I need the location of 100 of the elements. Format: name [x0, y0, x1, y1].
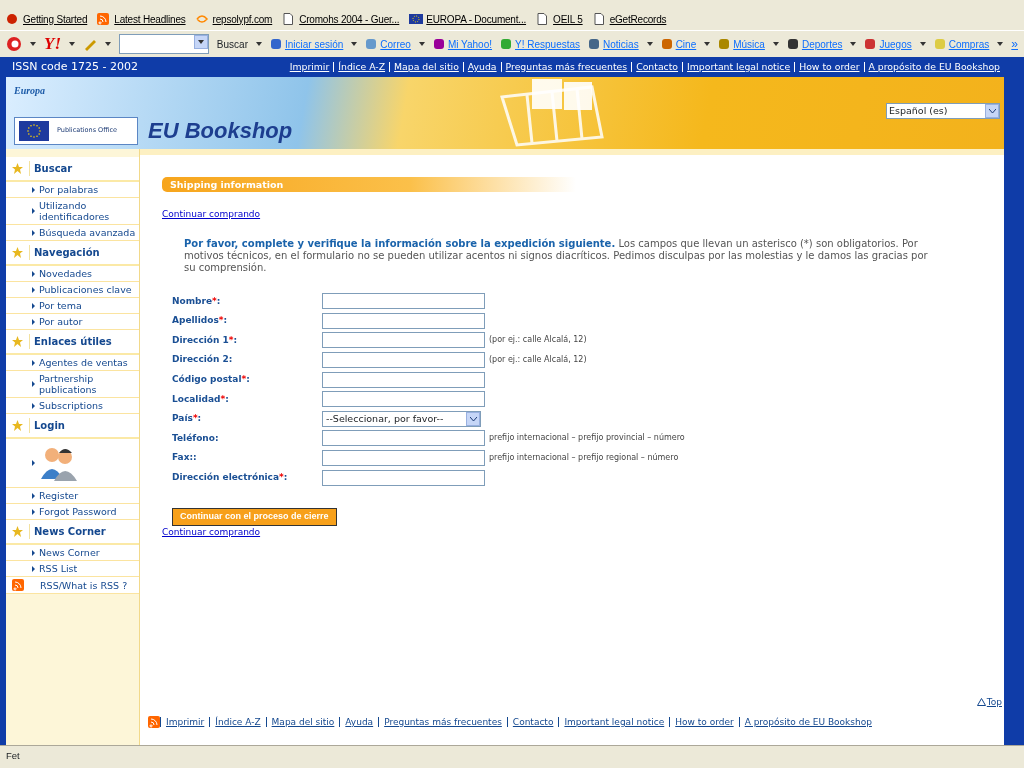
footer-link[interactable]: Índice A-Z: [209, 717, 266, 727]
more-button[interactable]: »: [1011, 35, 1018, 53]
footer-link[interactable]: Ayuda: [339, 717, 379, 727]
intro-text: Por favor, complete y verifique la información sobre la expedición siguiente. Los campos que llevan un asterisco (*) son obligatorios. Por motivos técnicos, en el formulario no se pueden utilizar acentos ni signos diacríticos. Pedimos disculpas por las molestias y le damos las gracias por su comprensión.: [184, 237, 929, 274]
search-button[interactable]: Buscar: [216, 36, 248, 52]
bookmark[interactable]: OEIL 5: [536, 11, 583, 27]
caret-icon: [646, 42, 653, 46]
continue-shopping-link[interactable]: Continuar comprando: [162, 525, 261, 540]
toolbar-item[interactable]: Noticias: [588, 36, 639, 52]
top-link[interactable]: Preguntas más frecuentes: [500, 62, 632, 72]
toolbar-item-icon: [660, 38, 673, 50]
top-link[interactable]: Imprimir: [285, 62, 334, 72]
toolbar-item[interactable]: Música: [718, 36, 765, 52]
caret-icon: [850, 42, 857, 46]
eu-flag-icon: [19, 120, 49, 141]
bullet-icon: [32, 492, 35, 499]
bullet-icon: [32, 318, 35, 325]
toolbar-item[interactable]: Compras: [933, 36, 990, 52]
top-link[interactable]: Índice A-Z: [333, 62, 390, 72]
section-heading: Navegación: [29, 245, 100, 260]
yahoo-logo[interactable]: Y!: [44, 31, 61, 57]
bullet-icon: [32, 286, 35, 293]
star-icon: [12, 420, 23, 431]
caret-icon: [30, 42, 36, 46]
input-field[interactable]: [322, 332, 485, 349]
footer-link[interactable]: Important legal notice: [558, 717, 670, 727]
toolbar-item[interactable]: Iniciar sesión: [269, 36, 344, 52]
toolbar-item-icon: [864, 38, 877, 50]
bookmark[interactable]: repsolypf.com: [195, 11, 273, 27]
input-field[interactable]: [322, 469, 485, 486]
continue-shopping-link[interactable]: Continuar comprando: [162, 208, 261, 222]
top-link[interactable]: Contacto: [631, 62, 683, 72]
bookmark[interactable]: Cromohs 2004 - Guer...: [282, 11, 400, 27]
toolbar-item[interactable]: Juegos: [864, 36, 912, 52]
caret-icon: [418, 42, 425, 46]
input-field[interactable]: [322, 371, 485, 388]
bullet-icon: [32, 508, 35, 515]
toolbar-item-icon: [718, 38, 731, 50]
top-link[interactable]: Mapa del sitio: [389, 62, 463, 72]
toolbar-item-icon: [269, 38, 282, 50]
bullet-icon: [32, 402, 35, 409]
bullet-icon: [32, 359, 35, 366]
top-link[interactable]: How to order: [794, 62, 864, 72]
bookmark[interactable]: EUROPA - Document...: [409, 11, 527, 27]
input-field[interactable]: [322, 312, 485, 329]
top-link[interactable]: Top: [976, 695, 1002, 709]
toolbar-item[interactable]: Correo: [365, 36, 411, 52]
bullet-icon: [32, 208, 35, 214]
eu-flag-icon: [409, 13, 424, 25]
language-select[interactable]: Español (es): [886, 103, 1000, 119]
site-title: EU Bookshop: [148, 117, 293, 145]
pencil-icon: [83, 37, 97, 51]
field-label: Fax::: [171, 451, 198, 465]
yahoo-button-icon: [6, 36, 22, 52]
field-hint: (por ej.: calle Alcalá, 12): [489, 335, 588, 346]
bullet-icon: [32, 565, 35, 572]
field-hint: prefijo internacional – prefijo regional – número: [489, 453, 680, 464]
input-field[interactable]: [322, 430, 485, 447]
caret-icon: [704, 42, 711, 46]
footer-link[interactable]: Imprimir: [160, 717, 210, 727]
bullet-icon: [32, 549, 35, 556]
top-link[interactable]: Important legal notice: [682, 62, 795, 72]
toolbar-item-icon: [588, 38, 601, 50]
footer-link[interactable]: How to order: [669, 717, 739, 727]
footer-link[interactable]: Mapa del sitio: [265, 717, 340, 727]
star-icon: [12, 247, 23, 258]
star-icon: [12, 163, 23, 174]
field-label: Apellidos*:: [171, 314, 229, 328]
toolbar-item[interactable]: Cine: [660, 36, 697, 52]
input-field[interactable]: [322, 391, 485, 408]
input-field[interactable]: [322, 352, 485, 369]
caret-icon: [69, 42, 75, 46]
bookmark[interactable]: Getting Started: [6, 11, 88, 27]
toolbar-item-icon: [933, 38, 946, 50]
field-label: Nombre*:: [171, 294, 222, 308]
toolbar-item-icon: [500, 38, 512, 50]
top-link[interactable]: Ayuda: [462, 62, 501, 72]
toolbar-item[interactable]: Deportes: [786, 36, 843, 52]
footer-link[interactable]: Contacto: [506, 717, 559, 727]
bookmark[interactable]: eGetRecords: [592, 11, 667, 27]
caret-icon: [105, 42, 111, 46]
footer-link[interactable]: A propósito de EU Bookshop: [738, 717, 877, 727]
caret-icon: [919, 42, 926, 46]
field-hint: prefijo internacional – prefijo provincial – número: [489, 433, 686, 444]
toolbar-item[interactable]: Mi Yahoo!: [432, 36, 492, 52]
bookmark[interactable]: Latest Headlines: [97, 11, 186, 27]
input-field[interactable]: [322, 450, 485, 467]
search-field[interactable]: [119, 34, 209, 54]
caret-icon: [997, 42, 1004, 46]
swirl-icon: [195, 13, 210, 25]
top-link[interactable]: A propósito de EU Bookshop: [863, 62, 1004, 72]
toolbar-item-icon: [786, 38, 799, 50]
country-select[interactable]: --Seleccionar, por favor--: [322, 410, 481, 427]
footer-link[interactable]: Preguntas más frecuentes: [378, 717, 507, 727]
bullet-icon: [32, 270, 35, 277]
input-field[interactable]: [322, 293, 485, 310]
section-heading: Buscar: [29, 161, 73, 176]
toolbar-item-icon: [432, 38, 445, 50]
toolbar-item[interactable]: Y! Respuestas: [500, 36, 581, 52]
section-header: Shipping information: [162, 177, 576, 192]
